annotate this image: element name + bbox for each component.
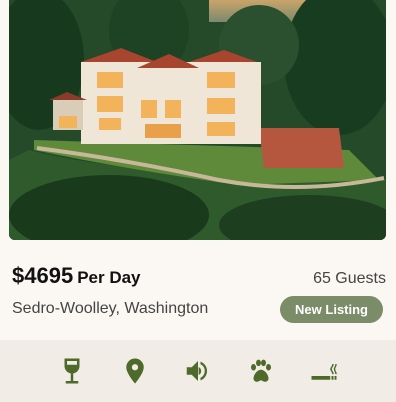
location-text: Sedro-Woolley, Washington — [12, 300, 209, 317]
guest-count: 65 Guests — [313, 270, 386, 287]
wine-glass-icon[interactable] — [55, 354, 89, 388]
smoking-icon[interactable] — [307, 354, 341, 388]
amenities-bar — [0, 340, 396, 402]
listing-photo[interactable] — [9, 0, 386, 240]
price-amount: $4695 — [12, 263, 74, 288]
house-image — [9, 0, 386, 240]
speaker-icon[interactable] — [181, 354, 215, 388]
price-unit: Per Day — [77, 268, 141, 287]
new-listing-badge: New Listing — [280, 295, 383, 323]
paw-icon[interactable] — [244, 354, 278, 388]
price-row: $4695 Per Day 65 Guests — [12, 263, 386, 293]
location-row: Sedro-Woolley, Washington New Listing — [12, 295, 383, 323]
price: $4695 Per Day — [12, 263, 141, 289]
listing-card[interactable]: $4695 Per Day 65 Guests Sedro-Woolley, Wa… — [0, 0, 396, 402]
location-pin-icon[interactable] — [118, 354, 152, 388]
